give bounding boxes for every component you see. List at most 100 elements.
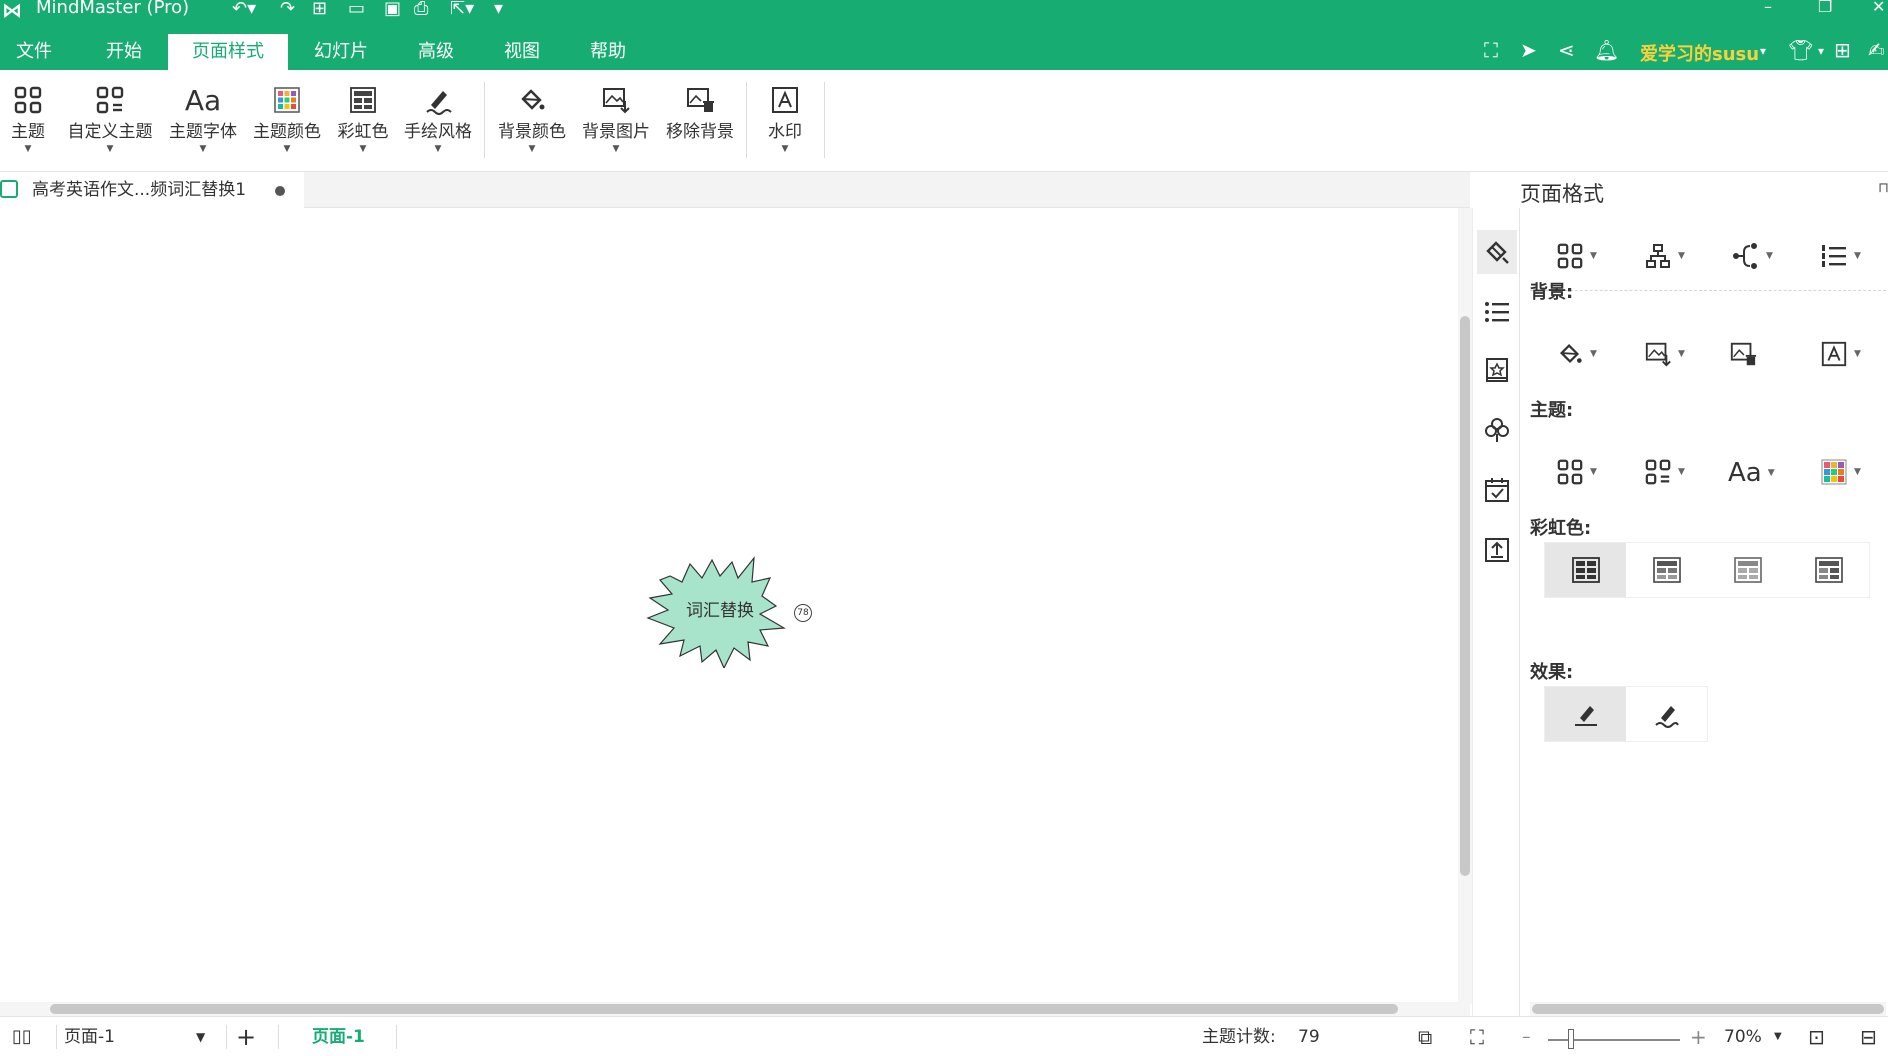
apps-icon[interactable]: ⊞ [1834,38,1851,62]
page-panel-toggle-icon[interactable]: ▯▯ [12,1017,32,1056]
chevron-down-icon: ▼ [1854,251,1861,261]
task-calendar-icon[interactable] [1477,468,1517,512]
tab-start[interactable]: 开始 [92,34,156,70]
canvas-vertical-scrollbar[interactable] [1458,208,1472,1004]
connector-style-dropdown[interactable]: ▼ [1732,242,1773,270]
user-name[interactable]: 爱学习的susu [1640,40,1759,66]
status-separator [396,1025,397,1049]
panel-horizontal-scrollbar[interactable] [1530,1002,1886,1016]
topic-count-value: 79 [1298,1027,1320,1047]
save-icon[interactable]: ▣ [384,0,401,20]
undo-icon[interactable]: ↶▾ [232,0,256,20]
fullscreen-icon[interactable]: ⛶ [1470,1017,1484,1056]
chevron-down-icon: ▼ [24,144,32,154]
quick-access-more-icon[interactable]: ▾ [494,0,503,20]
rainbow-option-1[interactable] [1545,543,1626,597]
format-paint-icon[interactable] [1477,230,1517,274]
rainbow-option-3[interactable] [1707,543,1788,597]
export-icon[interactable]: ⇱▾ [450,0,474,20]
tab-file[interactable]: 文件 [2,34,66,70]
layout-grid-dropdown[interactable]: ▼ [1556,242,1597,270]
share-icon[interactable]: ⋖ [1558,38,1575,62]
outline-list-icon[interactable] [1477,290,1517,334]
font-icon: Aa [184,83,222,117]
page-selector-dropdown-icon[interactable]: ▼ [196,1017,205,1056]
status-bar: ▯▯ 页面-1 ▼ + 页面-1 主题计数: 79 ⧉ ⛶ – + 70% ▼ … [0,1016,1888,1056]
chevron-down-icon: ▼ [1678,349,1685,359]
tab-help[interactable]: 帮助 [576,34,640,70]
panel-remove-bg-button[interactable] [1728,340,1758,368]
hand-drawn-button[interactable]: 手绘风格 ▼ [400,80,476,154]
watermark-icon [760,80,810,120]
bg-color-button[interactable]: 背景颜色 ▼ [494,80,570,154]
pin-icon[interactable]: ⊓ [1878,180,1888,196]
effect-standard-option[interactable] [1545,687,1626,741]
font-icon: Aa [1728,458,1762,488]
panel-watermark-dropdown[interactable]: ▼ [1820,340,1861,368]
topic-collapse-badge[interactable]: 78 [794,604,812,622]
tab-slides[interactable]: 幻灯片 [300,34,382,70]
scroll-thumb[interactable] [1532,1004,1884,1014]
rainbow-button[interactable]: 彩虹色 ▼ [334,80,392,154]
page-selector[interactable]: 页面-1 [64,1017,115,1056]
shirt-dropdown-icon[interactable]: ▾ [1818,44,1824,58]
export-upload-icon[interactable] [1477,528,1517,572]
zoom-in-icon[interactable]: + [1690,1017,1707,1056]
fullscreen-icon[interactable]: ⛶ [1484,38,1498,62]
panel-theme-font-dropdown[interactable]: Aa ▼ [1728,458,1775,488]
panel-theme-color-dropdown[interactable]: ▼ [1820,458,1861,486]
panel-custom-theme-dropdown[interactable]: ▼ [1644,458,1685,486]
central-topic[interactable]: 词汇替换 [646,556,794,670]
add-page-icon[interactable]: + [236,1017,256,1056]
image-download-icon [1645,342,1671,367]
tab-advanced[interactable]: 高级 [404,34,468,70]
panel-theme-dropdown[interactable]: ▼ [1556,458,1597,486]
theme-color-button[interactable]: 主题颜色 ▼ [250,80,324,154]
send-icon[interactable]: ➤ [1520,38,1537,62]
remove-bg-button[interactable]: 移除背景 [662,80,738,144]
rainbow-option-4[interactable] [1788,543,1869,597]
minimize-icon[interactable]: – [1764,0,1772,18]
custom-theme-button[interactable]: 自定义主题 ▼ [64,80,156,154]
numbering-dropdown[interactable]: ▼ [1820,242,1861,270]
layout-tree-dropdown[interactable]: ▼ [1644,242,1685,270]
sign-icon[interactable]: ✍ [1868,38,1885,62]
close-icon[interactable]: ✕ [1872,0,1885,18]
scroll-thumb[interactable] [50,1004,1398,1014]
rainbow-grid-icon [1733,557,1762,583]
zoom-slider-thumb[interactable] [1568,1029,1574,1049]
open-folder-icon[interactable]: ▭ [348,0,365,20]
zoom-out-icon[interactable]: – [1522,1017,1531,1056]
fit-page-icon[interactable]: ⧉ [1418,1017,1432,1056]
restore-icon[interactable]: ❐ [1818,0,1832,18]
shirt-icon[interactable]: 👕︎ [1788,38,1813,62]
theme-button[interactable]: 主题 ▼ [6,80,50,154]
panel-bg-image-dropdown[interactable]: ▼ [1644,340,1685,368]
zoom-level[interactable]: 70% [1724,1017,1762,1056]
fit-screen-icon[interactable]: ⊡ [1808,1017,1825,1056]
scroll-thumb[interactable] [1460,316,1470,876]
collapse-panel-icon[interactable]: ⊟ [1860,1017,1877,1056]
tab-page-style[interactable]: 页面样式 [168,34,288,70]
clipart-clover-icon[interactable] [1477,408,1517,452]
bg-image-button[interactable]: 背景图片 ▼ [578,80,654,154]
zoom-dropdown-icon[interactable]: ▼ [1774,1017,1782,1056]
icon-library-icon[interactable] [1477,348,1517,392]
canvas-horizontal-scrollbar[interactable] [0,1002,1470,1016]
print-icon[interactable]: ⎙ [414,0,428,20]
tab-view[interactable]: 视图 [490,34,554,70]
unsaved-dot-icon[interactable] [275,186,285,196]
user-dropdown-icon[interactable]: ▾ [1760,44,1766,58]
theme-font-button[interactable]: Aa 主题字体 ▼ [166,80,240,155]
page-tab-1[interactable]: 页面-1 [312,1017,365,1056]
bell-icon[interactable]: 🔔︎ [1594,38,1619,62]
bg-image-label: 背景图片 [582,122,650,142]
redo-icon[interactable]: ↷ [280,0,295,20]
document-tab[interactable]: 高考英语作文...频词汇替换1 [0,172,304,208]
watermark-button[interactable]: 水印 ▼ [760,80,810,154]
rainbow-grid-icon [1814,557,1843,583]
rainbow-option-2[interactable] [1626,543,1707,597]
new-file-icon[interactable]: ⊞ [312,0,327,20]
panel-bg-color-dropdown[interactable]: ▼ [1556,340,1597,368]
effect-hand-drawn-option[interactable] [1626,687,1707,741]
